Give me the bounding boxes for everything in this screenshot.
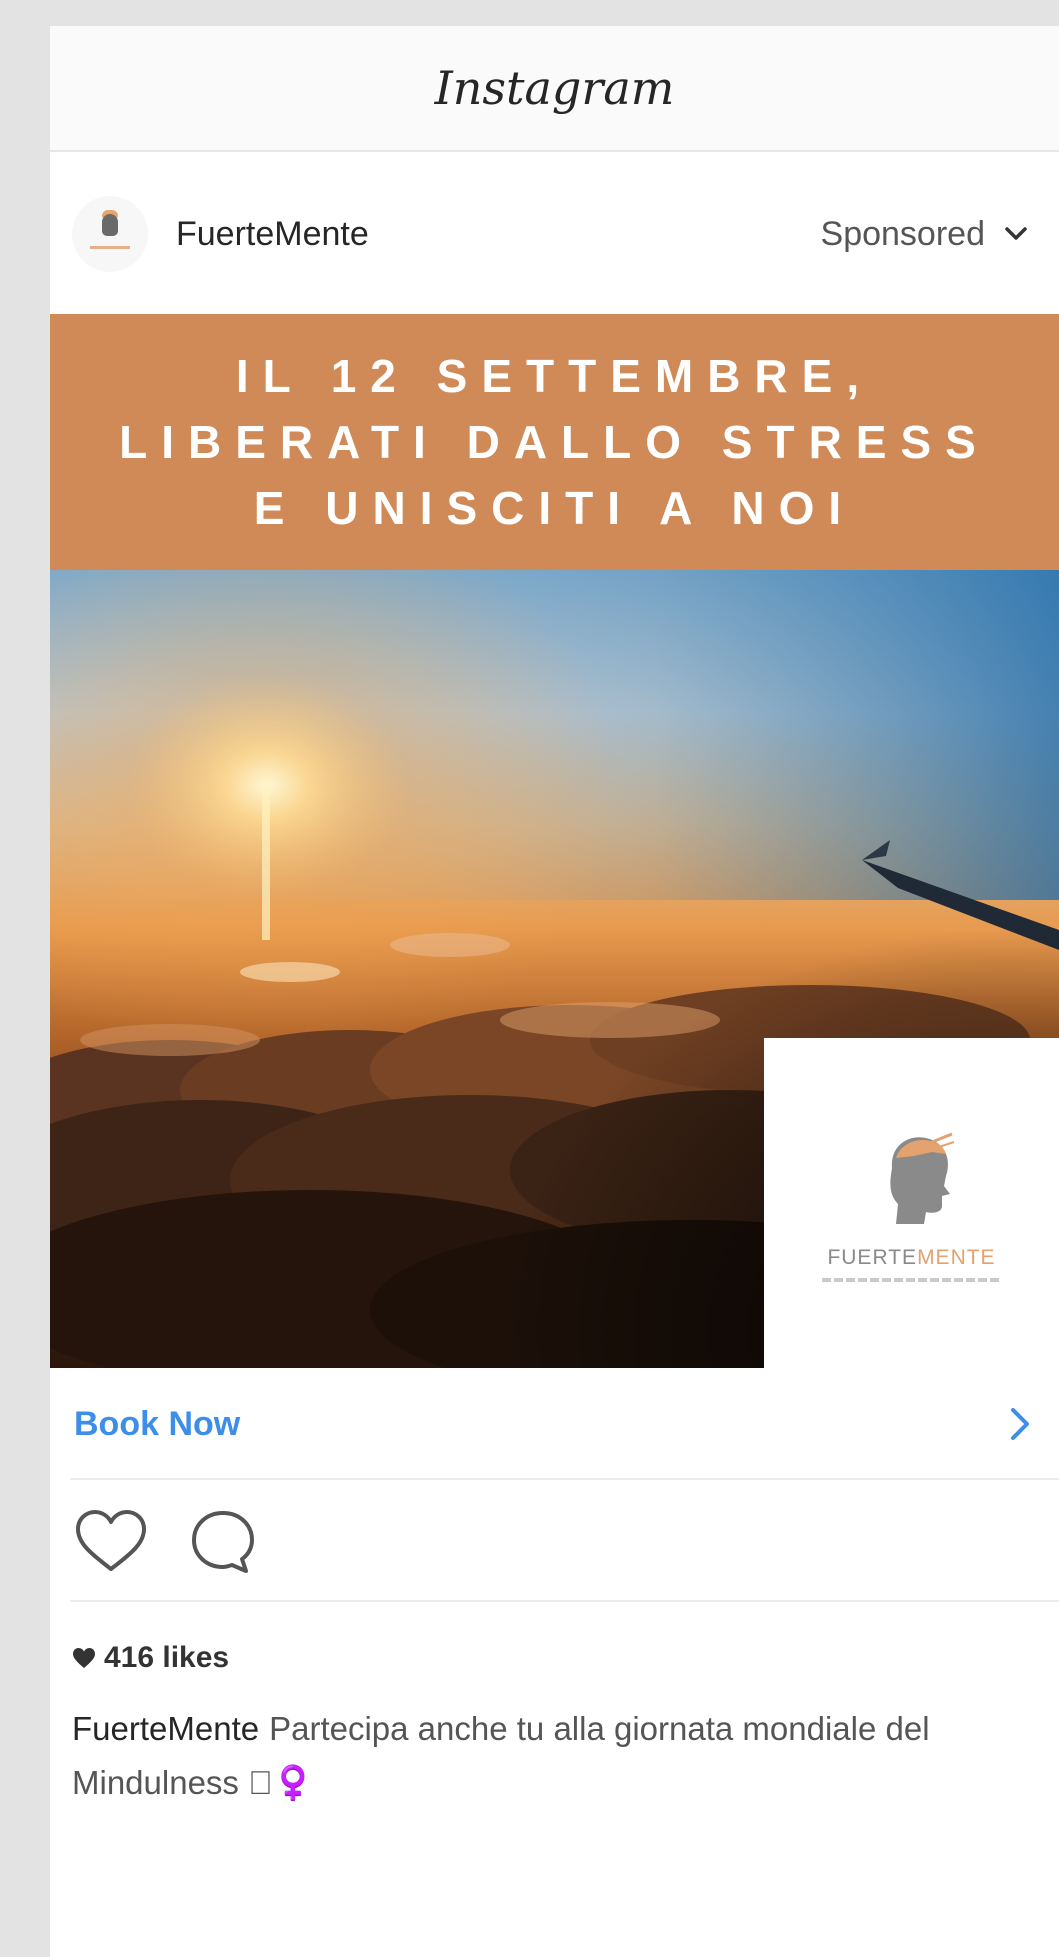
head-brain-logo-icon <box>890 1132 954 1224</box>
chevron-right-icon <box>1011 1408 1029 1440</box>
banner-line-1: IL 12 SETTEMBRE, <box>235 350 874 402</box>
comment-icon[interactable] <box>184 1505 262 1577</box>
book-now-button[interactable]: Book Now <box>70 1370 1059 1480</box>
ad-banner: IL 12 SETTEMBRE, LIBERATI DALLO STRESS E… <box>50 314 1059 570</box>
heart-icon[interactable] <box>72 1505 150 1577</box>
avatar[interactable] <box>72 196 148 272</box>
banner-line-3: E UNISCITI A NOI <box>253 482 856 534</box>
post-username[interactable]: FuerteMente <box>176 215 369 254</box>
app-header: Instagram <box>50 26 1059 152</box>
brand-logo-tile: FUERTEMENTE <box>764 1038 1059 1368</box>
likes-count[interactable]: 416 likes <box>72 1636 229 1680</box>
banner-line-2: LIBERATI DALLO STRESS <box>119 416 990 468</box>
logo-tagline-decoration <box>822 1278 1002 1282</box>
sponsored-menu[interactable]: Sponsored <box>821 215 1031 254</box>
chevron-down-icon <box>1005 227 1027 240</box>
instagram-logo: Instagram <box>434 61 675 115</box>
logo-wordmark: FUERTEMENTE <box>827 1246 996 1269</box>
post-actions <box>70 1482 1059 1602</box>
likes-text: 416 likes <box>104 1641 230 1674</box>
sponsored-label: Sponsored <box>820 214 985 253</box>
instagram-screen: Instagram FuerteMente Sponsored IL 12 SE… <box>50 26 1059 1957</box>
post-header: FuerteMente Sponsored <box>50 154 1059 314</box>
cta-label: Book Now <box>74 1404 241 1443</box>
caption-username[interactable]: FuerteMente <box>72 1710 259 1747</box>
post-caption: FuerteMente Partecipa anche tu alla giorn… <box>72 1702 1032 1810</box>
heart-filled-icon <box>73 1648 95 1668</box>
